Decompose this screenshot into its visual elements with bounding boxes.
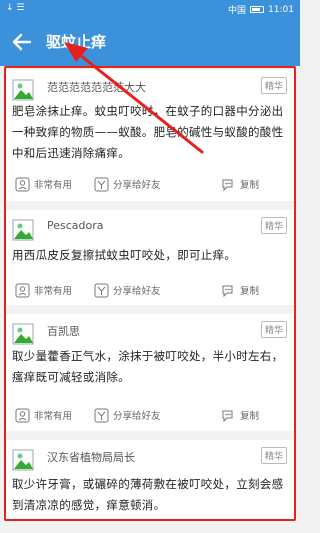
tip-card: 汉东省植物局局长 精华 取少许牙膏，或碾碎的薄荷敷在被叮咬处，立刻会感到清凉凉的… bbox=[5, 440, 295, 520]
copy-icon bbox=[222, 285, 233, 297]
status-time: 11:01 bbox=[268, 4, 294, 15]
copy-icon bbox=[222, 410, 233, 422]
battery-icon bbox=[250, 6, 265, 13]
share-icon bbox=[94, 283, 109, 297]
copy-button[interactable]: 复制 bbox=[221, 403, 259, 427]
tip-content: 取少许牙膏，或碾碎的薄荷敷在被叮咬处，立刻会感到清凉凉的感觉，痒意顿消。 bbox=[12, 477, 284, 512]
share-button[interactable]: 分享给好友 bbox=[94, 172, 161, 196]
useful-icon bbox=[15, 408, 30, 422]
share-button[interactable]: 分享给好友 bbox=[94, 278, 161, 302]
useful-button[interactable]: 非常有用 bbox=[15, 403, 72, 427]
copy-button[interactable]: 复制 bbox=[221, 172, 259, 196]
useful-button[interactable]: 非常有用 bbox=[15, 172, 72, 196]
avatar-placeholder-icon bbox=[12, 449, 34, 471]
share-label: 分享给好友 bbox=[113, 286, 161, 297]
share-icon bbox=[94, 408, 109, 422]
back-arrow-icon bbox=[12, 33, 32, 51]
copy-icon bbox=[222, 179, 233, 191]
useful-icon bbox=[15, 177, 30, 191]
bottom-edge bbox=[0, 522, 300, 533]
card-actions: 非常有用 分享给好友 复制 bbox=[5, 403, 295, 427]
back-button[interactable] bbox=[8, 28, 36, 56]
tip-content: 用西瓜皮反复擦拭蚊虫叮咬处，即可止痒。 bbox=[12, 248, 237, 262]
author-name[interactable]: 范范范范范范范大大 bbox=[47, 79, 146, 95]
tip-card: Pescadora 精华 用西瓜皮反复擦拭蚊虫叮咬处，即可止痒。 非常有用 分享… bbox=[5, 210, 295, 305]
page-title: 驱蚊止痒 bbox=[46, 33, 107, 51]
tips-list[interactable]: 范范范范范范范大大 精华 肥皂涂抹止痒。蚊虫叮咬时，在蚊子的口器中分泌出一种致痒… bbox=[5, 70, 295, 520]
avatar-placeholder-icon bbox=[12, 323, 34, 345]
tip-content: 取少量藿香正气水，涂抹于被叮咬处，半小时左右，瘙痒既可减轻或消除。 bbox=[12, 349, 284, 384]
avatar-placeholder-icon bbox=[12, 79, 34, 101]
share-label: 分享给好友 bbox=[113, 411, 161, 422]
avatar-placeholder-icon bbox=[12, 219, 34, 241]
status-notification-icons: ↓ ☰ bbox=[6, 3, 25, 13]
card-actions: 非常有用 分享给好友 复制 bbox=[5, 172, 295, 196]
useful-label: 非常有用 bbox=[34, 180, 73, 191]
copy-button[interactable]: 复制 bbox=[221, 278, 259, 302]
useful-icon bbox=[15, 283, 30, 297]
featured-badge: 精华 bbox=[260, 77, 287, 94]
useful-label: 非常有用 bbox=[34, 286, 73, 297]
app-bar: 驱蚊止痒 bbox=[0, 18, 300, 66]
card-actions: 非常有用 分享给好友 复制 bbox=[5, 278, 295, 302]
tip-card: 范范范范范范范大大 精华 肥皂涂抹止痒。蚊虫叮咬时，在蚊子的口器中分泌出一种致痒… bbox=[5, 70, 295, 201]
featured-badge: 精华 bbox=[260, 447, 287, 464]
carrier-label: 中国 bbox=[228, 6, 247, 16]
share-button[interactable]: 分享给好友 bbox=[94, 403, 161, 427]
status-right: 中国 11:01 bbox=[228, 3, 294, 17]
copy-label: 复制 bbox=[240, 411, 260, 422]
author-name[interactable]: 汉东省植物局局长 bbox=[47, 449, 135, 465]
share-label: 分享给好友 bbox=[113, 180, 161, 191]
tip-card: 百凯思 精华 取少量藿香正气水，涂抹于被叮咬处，半小时左右，瘙痒既可减轻或消除。… bbox=[5, 314, 295, 431]
useful-button[interactable]: 非常有用 bbox=[15, 278, 72, 302]
tip-content: 肥皂涂抹止痒。蚊虫叮咬时，在蚊子的口器中分泌出一种致痒的物质——蚁酸。肥皂的碱性… bbox=[12, 104, 284, 160]
share-icon bbox=[94, 177, 109, 191]
useful-label: 非常有用 bbox=[34, 411, 73, 422]
author-name[interactable]: Pescadora bbox=[47, 219, 104, 232]
status-bar: ↓ ☰ 中国 11:01 bbox=[0, 0, 300, 18]
featured-badge: 精华 bbox=[260, 217, 287, 234]
featured-badge: 精华 bbox=[260, 321, 287, 338]
copy-label: 复制 bbox=[240, 180, 260, 191]
author-name[interactable]: 百凯思 bbox=[47, 323, 80, 339]
copy-label: 复制 bbox=[240, 286, 260, 297]
